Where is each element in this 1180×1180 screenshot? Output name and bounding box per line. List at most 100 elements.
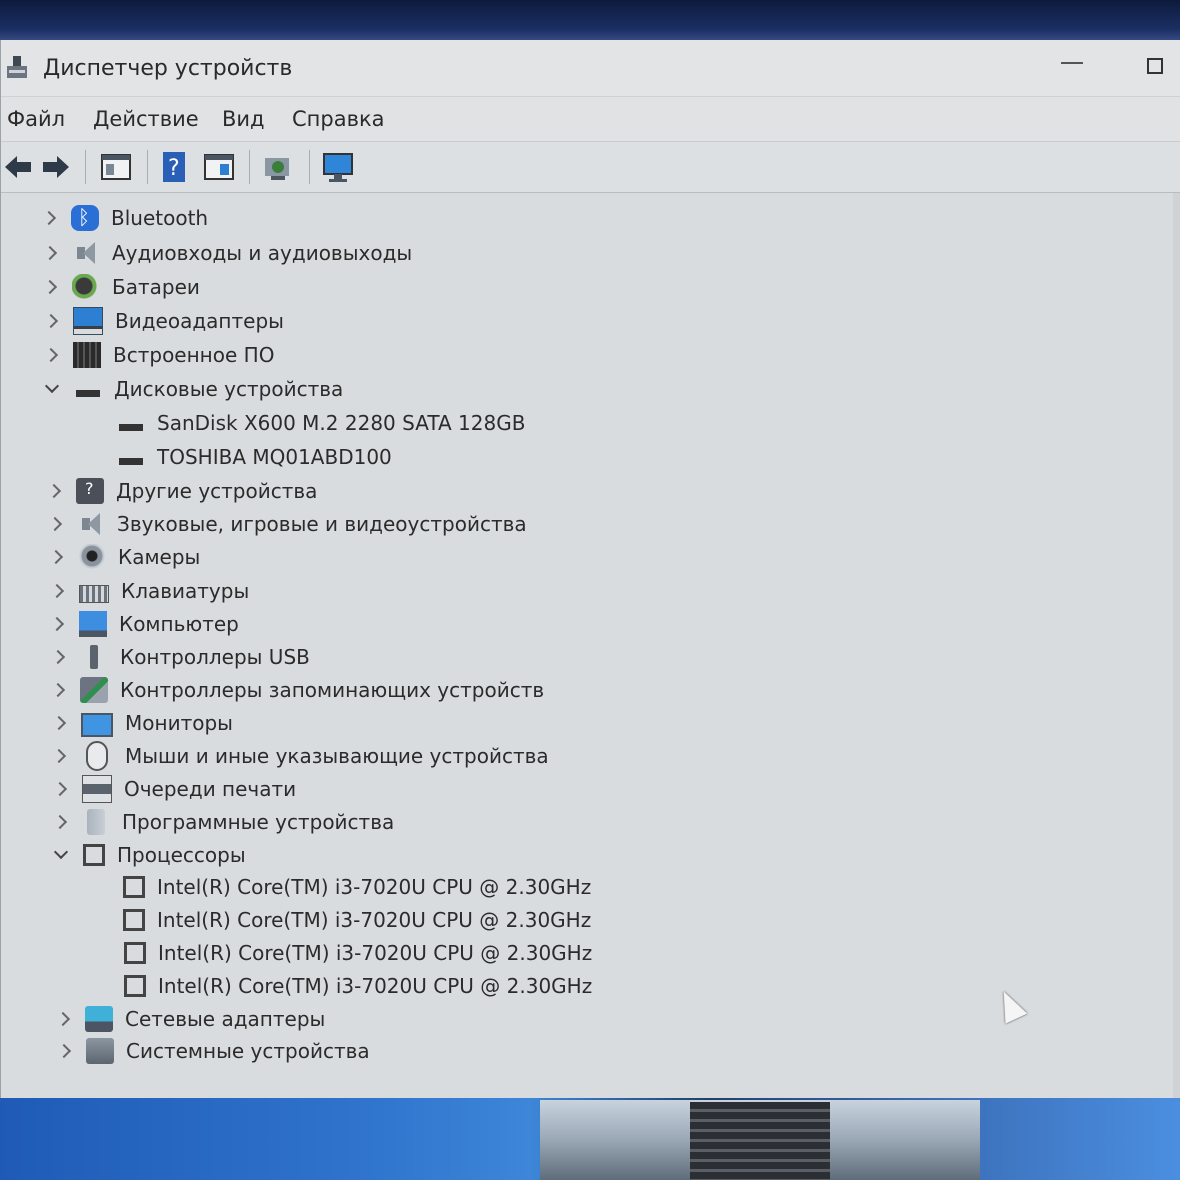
expand-chevron-icon[interactable] <box>41 202 57 234</box>
toolbar-separator <box>309 150 310 184</box>
device-tree: Bluetooth Аудиовходы и аудиовыходы Батар… <box>1 193 1180 1098</box>
tree-item-system-devices[interactable]: Системные устройства <box>56 1035 370 1067</box>
expand-chevron-icon[interactable] <box>52 806 68 838</box>
tree-item-label: Процессоры <box>117 843 246 867</box>
tree-item-network-adapters[interactable]: Сетевые адаптеры <box>55 1003 325 1035</box>
tree-leaf-label: Intel(R) Core(TM) i3-7020U CPU @ 2.30GHz <box>157 908 592 932</box>
expand-chevron-icon[interactable] <box>56 1035 72 1067</box>
collapse-chevron-icon[interactable] <box>44 373 60 405</box>
expand-chevron-icon[interactable] <box>55 1003 71 1035</box>
minimize-button[interactable] <box>1061 62 1083 64</box>
tree-item-computer[interactable]: Компьютер <box>49 608 239 640</box>
system-device-icon <box>86 1038 114 1064</box>
network-adapter-icon <box>85 1006 113 1032</box>
storage-controller-icon <box>80 677 108 703</box>
tree-item-monitors[interactable]: Мониторы <box>51 707 233 739</box>
camera-icon <box>78 544 106 570</box>
tree-leaf-processor[interactable]: Intel(R) Core(TM) i3-7020U CPU @ 2.30GHz <box>123 904 591 936</box>
menu-action[interactable]: Действие <box>91 107 201 131</box>
help-icon[interactable]: ? <box>158 150 192 184</box>
tree-item-processors[interactable]: Процессоры <box>53 839 246 871</box>
expand-chevron-icon[interactable] <box>46 475 62 507</box>
processor-icon <box>123 876 145 898</box>
tree-item-label: Мыши и иные указывающие устройства <box>125 744 549 768</box>
tree-item-disk-drives[interactable]: Дисковые устройства <box>44 373 343 405</box>
tree-item-label: Контроллеры запоминающих устройств <box>120 678 545 702</box>
device-manager-icon <box>7 56 27 78</box>
expand-chevron-icon[interactable] <box>51 707 67 739</box>
tree-item-label: Сетевые адаптеры <box>125 1007 326 1031</box>
toolbar: ? <box>1 141 1180 193</box>
tree-leaf-disk[interactable]: SanDisk X600 M.2 2280 SATA 128GB <box>117 407 525 439</box>
collapse-chevron-icon[interactable] <box>53 839 69 871</box>
tree-item-label: Мониторы <box>125 711 233 735</box>
expand-chevron-icon[interactable] <box>43 305 59 337</box>
desktop-photo-detail <box>690 1102 830 1180</box>
display-adapter-icon <box>73 307 103 335</box>
tree-leaf-disk[interactable]: TOSHIBA MQ01ABD100 <box>117 441 392 473</box>
tree-item-label: Другие устройства <box>116 479 318 503</box>
keyboard-icon <box>79 584 109 603</box>
expand-chevron-icon[interactable] <box>49 575 65 607</box>
expand-chevron-icon[interactable] <box>42 271 58 303</box>
tree-item-other-devices[interactable]: Другие устройства <box>46 475 317 507</box>
expand-chevron-icon[interactable] <box>50 674 66 706</box>
tree-edge <box>1173 193 1180 1098</box>
sound-icon <box>77 511 105 537</box>
tree-leaf-processor[interactable]: Intel(R) Core(TM) i3-7020U CPU @ 2.30GHz <box>124 937 592 969</box>
tree-item-label: Контроллеры USB <box>120 645 310 669</box>
title-bar[interactable]: Диспетчер устройств <box>1 40 1180 96</box>
computer-icon <box>79 611 107 637</box>
tree-item-firmware[interactable]: Встроенное ПО <box>43 339 274 371</box>
device-manager-window: Диспетчер устройств Файл Действие Вид Сп… <box>0 40 1180 1098</box>
maximize-button[interactable] <box>1147 58 1163 74</box>
menu-file[interactable]: Файл <box>5 107 67 131</box>
tree-leaf-processor[interactable]: Intel(R) Core(TM) i3-7020U CPU @ 2.30GHz <box>123 871 591 903</box>
tree-item-label: Клавиатуры <box>121 579 250 603</box>
tree-item-bluetooth[interactable]: Bluetooth <box>41 202 208 234</box>
tree-item-print-queues[interactable]: Очереди печати <box>52 773 296 805</box>
processor-icon <box>123 909 145 931</box>
tree-item-audio-io[interactable]: Аудиовходы и аудиовыходы <box>42 237 412 269</box>
tree-item-software-devices[interactable]: Программные устройства <box>52 806 394 838</box>
processor-icon <box>124 942 146 964</box>
tree-item-label: Очереди печати <box>124 777 297 801</box>
menu-help[interactable]: Справка <box>290 107 387 131</box>
expand-chevron-icon[interactable] <box>51 740 67 772</box>
expand-chevron-icon[interactable] <box>47 508 63 540</box>
tree-item-keyboards[interactable]: Клавиатуры <box>49 575 249 607</box>
properties-icon[interactable] <box>99 150 133 184</box>
expand-chevron-icon[interactable] <box>42 237 58 269</box>
tree-item-label: Программные устройства <box>122 810 395 834</box>
tree-item-cameras[interactable]: Камеры <box>48 541 200 573</box>
expand-chevron-icon[interactable] <box>49 608 65 640</box>
tree-leaf-label: Intel(R) Core(TM) i3-7020U CPU @ 2.30GHz <box>158 974 593 998</box>
expand-chevron-icon[interactable] <box>52 773 68 805</box>
update-driver-icon[interactable] <box>261 150 295 184</box>
toolbar-separator <box>85 150 86 184</box>
tree-item-sound-devices[interactable]: Звуковые, игровые и видеоустройства <box>47 508 527 540</box>
back-arrow-icon[interactable] <box>1 150 35 184</box>
tree-item-storage-controllers[interactable]: Контроллеры запоминающих устройств <box>50 674 544 706</box>
tree-leaf-label: SanDisk X600 M.2 2280 SATA 128GB <box>157 411 526 435</box>
speaker-icon <box>72 240 100 266</box>
tree-item-display-adapters[interactable]: Видеоадаптеры <box>43 305 284 337</box>
forward-arrow-icon[interactable] <box>39 150 73 184</box>
scan-hardware-icon[interactable] <box>321 150 355 184</box>
expand-chevron-icon[interactable] <box>50 641 66 673</box>
software-device-icon <box>87 809 105 835</box>
tree-item-usb-controllers[interactable]: Контроллеры USB <box>50 641 310 673</box>
disk-drive-icon <box>117 444 145 470</box>
expand-chevron-icon[interactable] <box>48 541 64 573</box>
tree-leaf-processor[interactable]: Intel(R) Core(TM) i3-7020U CPU @ 2.30GHz <box>124 970 592 1002</box>
expand-chevron-icon[interactable] <box>43 339 59 371</box>
menu-view[interactable]: Вид <box>220 107 267 131</box>
tree-item-batteries[interactable]: Батареи <box>42 271 200 303</box>
disk-drive-icon <box>74 376 102 402</box>
processor-icon <box>124 975 146 997</box>
tree-leaf-label: Intel(R) Core(TM) i3-7020U CPU @ 2.30GHz <box>158 941 593 965</box>
tree-item-label: Аудиовходы и аудиовыходы <box>112 241 413 265</box>
tree-item-mice[interactable]: Мыши и иные указывающие устройства <box>51 740 549 772</box>
toolbar-separator <box>249 150 250 184</box>
view-icon[interactable] <box>202 150 236 184</box>
